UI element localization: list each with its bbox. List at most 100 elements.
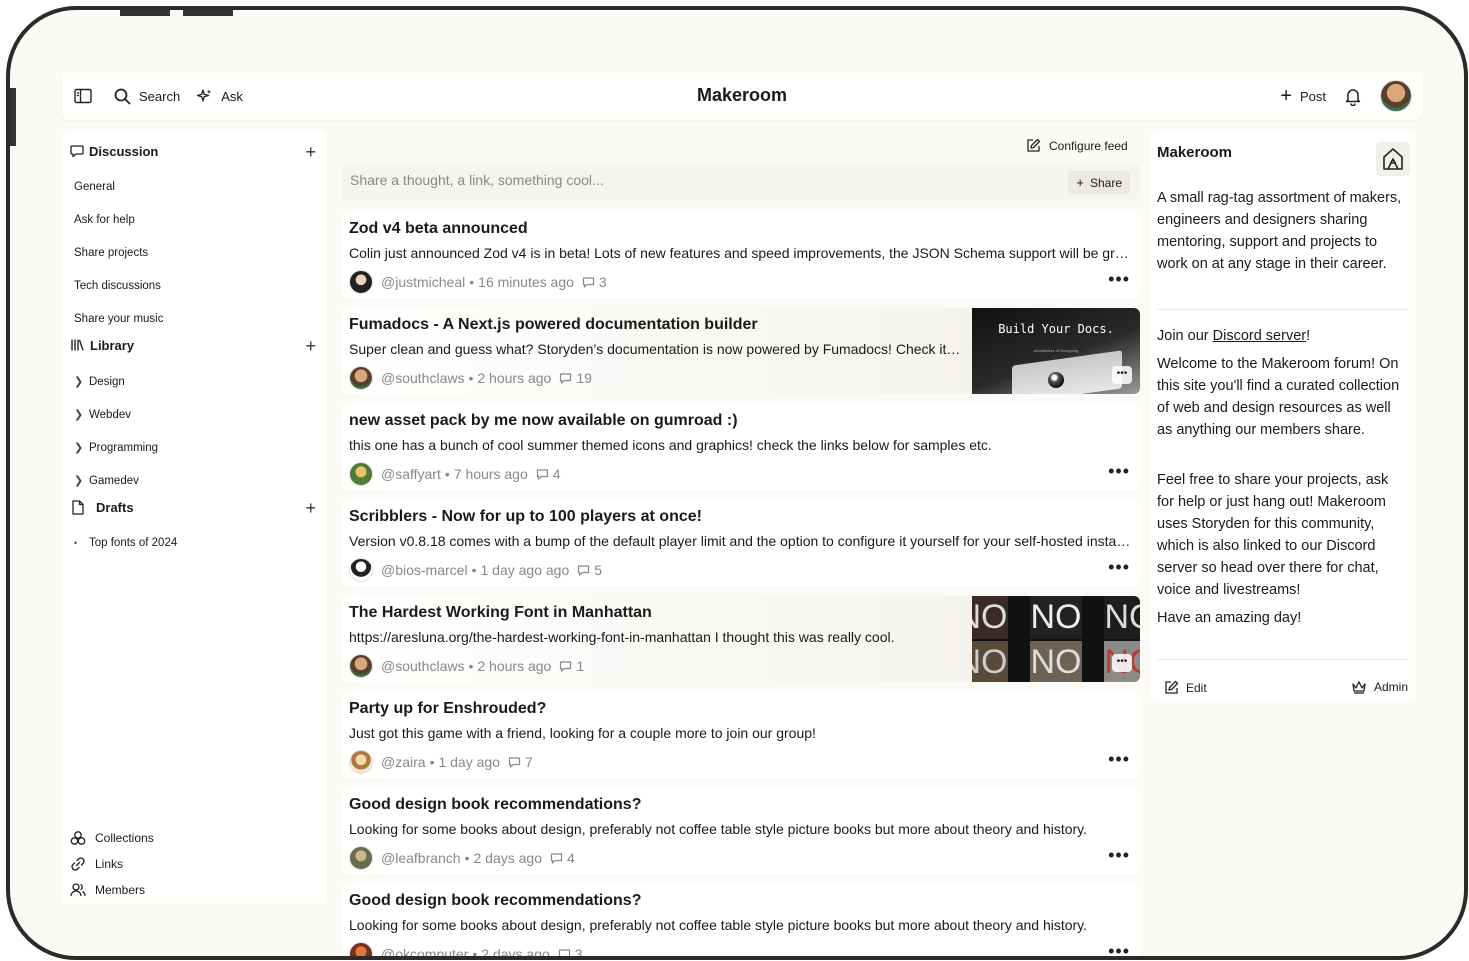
more-icon[interactable]: ••• bbox=[1108, 846, 1130, 864]
post-title[interactable]: Scribblers - Now for up to 100 players a… bbox=[349, 508, 702, 526]
sidebar-item-links[interactable]: Links bbox=[70, 856, 123, 872]
post-time: 2 hours ago bbox=[477, 370, 552, 386]
more-icon[interactable]: ••• bbox=[1112, 366, 1132, 384]
bell-icon[interactable] bbox=[1344, 87, 1362, 106]
author-avatar[interactable] bbox=[349, 366, 373, 390]
comment-icon bbox=[508, 756, 521, 769]
author-avatar[interactable] bbox=[349, 558, 373, 582]
author-handle[interactable]: @southclaws bbox=[381, 658, 464, 674]
sidebar-item-webdev[interactable]: ❯ Webdev bbox=[74, 408, 131, 422]
sidebar-item-ask-for-help[interactable]: Ask for help bbox=[74, 214, 135, 226]
more-icon[interactable]: ••• bbox=[1108, 942, 1130, 956]
author-avatar[interactable] bbox=[349, 750, 373, 774]
thumbnail-tile: NO bbox=[1104, 596, 1140, 639]
post-card[interactable]: Fumadocs - A Next.js powered documentati… bbox=[342, 308, 1140, 394]
sidebar-item-general[interactable]: General bbox=[74, 181, 115, 193]
post-thumbnail[interactable]: Build Your Docs. Architecture of Designi… bbox=[972, 308, 1140, 394]
sidebar-item-label: Gamedev bbox=[89, 474, 139, 487]
discord-server-link[interactable]: Discord server bbox=[1213, 328, 1306, 344]
post-card[interactable]: Scribblers - Now for up to 100 players a… bbox=[342, 500, 1140, 586]
more-icon[interactable]: ••• bbox=[1108, 462, 1130, 480]
author-handle[interactable]: @saffyart bbox=[381, 466, 441, 482]
add-library-icon[interactable]: + bbox=[305, 336, 316, 357]
sidebar-section-discussion[interactable]: Discussion + bbox=[70, 140, 320, 162]
author-handle[interactable]: @zaira bbox=[381, 754, 426, 770]
post-meta: @justmicheal • 16 minutes ago 3 bbox=[349, 270, 607, 294]
post-excerpt: Looking for some books about design, pre… bbox=[349, 917, 1088, 933]
post-title[interactable]: Good design book recommendations? bbox=[349, 796, 641, 814]
add-discussion-icon[interactable]: + bbox=[305, 142, 316, 163]
post-title[interactable]: Fumadocs - A Next.js powered documentati… bbox=[349, 316, 758, 334]
edit-button[interactable]: Edit bbox=[1164, 680, 1207, 695]
sidebar-item-design[interactable]: ❯ Design bbox=[74, 375, 125, 389]
comment-icon bbox=[582, 276, 595, 289]
more-icon[interactable]: ••• bbox=[1108, 750, 1130, 768]
author-avatar[interactable] bbox=[349, 462, 373, 486]
sidebar-item-collections[interactable]: Collections bbox=[70, 830, 154, 846]
plus-icon: + bbox=[1076, 175, 1084, 190]
post-card[interactable]: Good design book recommendations? Lookin… bbox=[342, 884, 1140, 960]
chevron-right-icon: ❯ bbox=[74, 409, 84, 421]
post-thumbnail[interactable]: NO NO NO NO NO NO ••• bbox=[972, 596, 1140, 682]
author-avatar[interactable] bbox=[349, 654, 373, 678]
author-avatar[interactable] bbox=[349, 942, 373, 956]
device-frame: Search Ask Makeroom + Post Discussion + … bbox=[6, 6, 1468, 960]
author-handle[interactable]: @okcomputer bbox=[381, 946, 468, 956]
author-avatar[interactable] bbox=[349, 846, 373, 870]
sidebar-section-drafts[interactable]: Drafts + bbox=[70, 496, 320, 518]
author-handle[interactable]: @bios-marcel bbox=[381, 562, 468, 578]
post-button[interactable]: + Post bbox=[1280, 86, 1326, 106]
post-title[interactable]: Good design book recommendations? bbox=[349, 892, 641, 910]
add-draft-icon[interactable]: + bbox=[305, 498, 316, 519]
sidebar-item-gamedev[interactable]: ❯ Gamedev bbox=[74, 474, 139, 488]
post-meta: @southclaws • 2 hours ago 19 bbox=[349, 366, 592, 390]
post-card[interactable]: Good design book recommendations? Lookin… bbox=[342, 788, 1140, 874]
post-card[interactable]: Zod v4 beta announced Colin just announc… bbox=[342, 212, 1140, 298]
sidebar-item-programming[interactable]: ❯ Programming bbox=[74, 441, 158, 455]
post-card[interactable]: Party up for Enshrouded? Just got this g… bbox=[342, 692, 1140, 778]
post-card[interactable]: The Hardest Working Font in Manhattan ht… bbox=[342, 596, 1140, 682]
thumbnail-sphere bbox=[1048, 372, 1064, 388]
author-handle[interactable]: @southclaws bbox=[381, 370, 464, 386]
sidebar-item-share-projects[interactable]: Share projects bbox=[74, 247, 148, 259]
post-title[interactable]: new asset pack by me now available on gu… bbox=[349, 412, 738, 430]
author-handle[interactable]: @justmicheal bbox=[381, 274, 465, 290]
sidebar-item-tech-discussions[interactable]: Tech discussions bbox=[74, 280, 161, 292]
more-icon[interactable]: ••• bbox=[1108, 270, 1130, 288]
author-avatar[interactable] bbox=[349, 270, 373, 294]
chevron-right-icon: ❯ bbox=[74, 442, 84, 454]
meta-separator: • bbox=[429, 754, 435, 770]
post-label: Post bbox=[1299, 88, 1326, 104]
share-button[interactable]: + Share bbox=[1068, 171, 1130, 194]
crown-icon bbox=[1351, 680, 1367, 694]
more-icon[interactable]: ••• bbox=[1108, 558, 1130, 576]
configure-feed-button[interactable]: Configure feed bbox=[1026, 138, 1128, 153]
link-icon bbox=[70, 856, 86, 872]
more-icon[interactable]: ••• bbox=[1112, 654, 1132, 672]
sidebar-item-members[interactable]: Members bbox=[70, 882, 145, 898]
post-title[interactable]: Party up for Enshrouded? bbox=[349, 700, 546, 718]
post-card[interactable]: new asset pack by me now available on gu… bbox=[342, 404, 1140, 490]
edit-icon bbox=[1026, 138, 1041, 153]
admin-button[interactable]: Admin bbox=[1351, 680, 1408, 694]
comment-count: 3 bbox=[574, 946, 583, 960]
post-time: 16 minutes ago bbox=[478, 274, 574, 290]
sidebar-section-library[interactable]: Library + bbox=[70, 334, 320, 356]
composer-input[interactable] bbox=[350, 172, 1040, 188]
sidebar-item-share-your-music[interactable]: Share your music bbox=[74, 313, 163, 325]
post-meta: @saffyart • 7 hours ago 4 bbox=[349, 462, 561, 486]
sidebar-item-draft[interactable]: • Top fonts of 2024 bbox=[74, 537, 177, 549]
user-avatar[interactable] bbox=[1380, 80, 1412, 112]
sidebar-item-label: Webdev bbox=[89, 408, 131, 421]
sidebar-toggle-icon[interactable] bbox=[74, 88, 92, 104]
chat-bubble-icon bbox=[70, 144, 84, 158]
panel-intro: A small rag-tag assortment of makers, en… bbox=[1157, 190, 1402, 272]
author-handle[interactable]: @leafbranch bbox=[381, 850, 461, 866]
post-title[interactable]: The Hardest Working Font in Manhattan bbox=[349, 604, 652, 622]
comment-icon bbox=[559, 660, 572, 673]
thumbnail-device bbox=[1012, 350, 1122, 394]
search-button[interactable]: Search bbox=[114, 88, 180, 105]
ask-button[interactable]: Ask bbox=[196, 88, 243, 105]
post-title[interactable]: Zod v4 beta announced bbox=[349, 220, 528, 238]
meta-separator: • bbox=[468, 658, 474, 674]
